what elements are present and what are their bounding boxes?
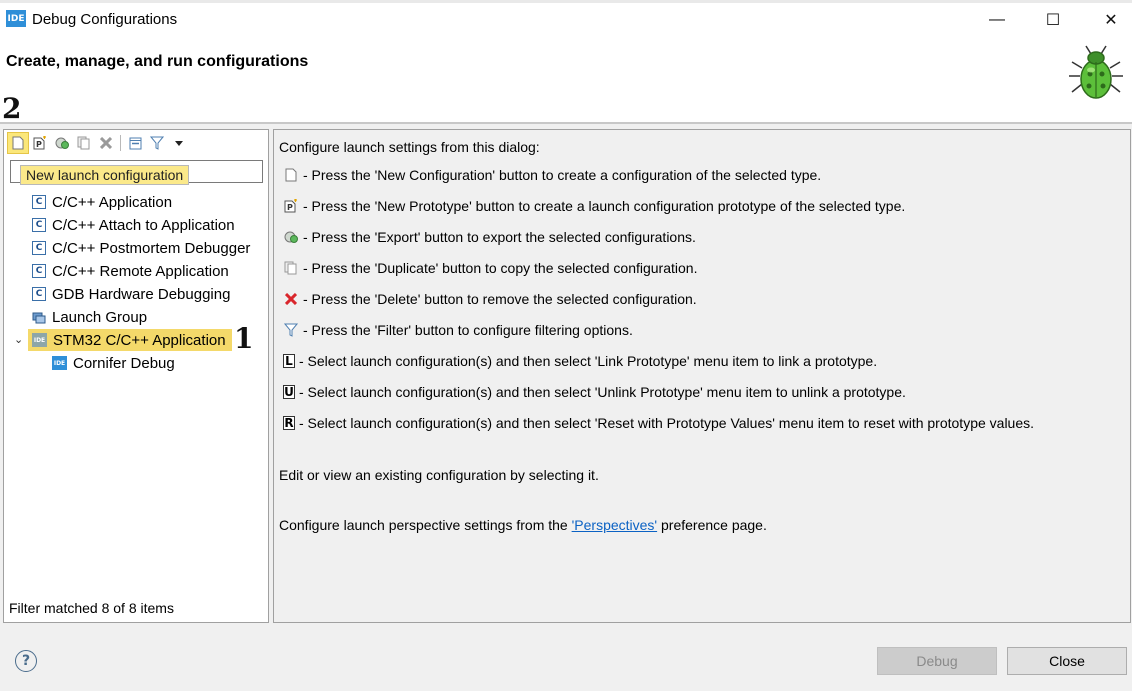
export-icon [55,137,69,149]
tree-item-label: Cornifer Debug [73,354,175,372]
c-config-icon: C [32,287,46,301]
instruction-text: - Press the 'Export' button to export th… [303,229,696,245]
new-configuration-button[interactable] [7,132,29,154]
tree-item-label: C/C++ Attach to Application [52,216,235,234]
tree-toolbar: P [4,130,268,156]
stm32-ide-icon: IDE [32,333,47,347]
filter-status: Filter matched 8 of 8 items [9,600,174,616]
instruction-text: - Press the 'New Prototype' button to cr… [303,198,906,214]
tree-item-label: STM32 C/C++ Application [53,331,226,349]
annotation-mark-2: 2 [2,92,22,125]
header-title: Create, manage, and run configurations [6,53,309,70]
new-prototype-icon: P [33,136,46,150]
close-window-button[interactable]: ✕ [1096,8,1126,32]
delete-icon [283,291,299,307]
tree-item-label: C/C++ Application [52,193,173,211]
instruction-text: - Select launch configuration(s) and the… [299,353,878,369]
title-bar: IDE Debug Configurations — ☐ ✕ [0,0,1132,40]
ide-app-icon: IDE [6,10,26,27]
filter-icon [150,136,164,150]
window-title: Debug Configurations [32,11,178,28]
toolbar-separator [120,135,121,151]
maximize-button[interactable]: ☐ [1038,8,1068,32]
c-config-icon: C [32,264,46,278]
export-icon [283,229,299,245]
header-separator [0,122,1132,124]
expand-chevron-icon[interactable]: ⌄ [14,333,23,346]
tree-item-gdb-hardware[interactable]: C GDB Hardware Debugging [32,283,230,305]
tree-item-cpp-remote[interactable]: C C/C++ Remote Application [32,260,229,282]
close-button[interactable]: Close [1007,647,1127,675]
filter-button[interactable] [146,132,168,154]
tree-item-label: C/C++ Remote Application [52,262,229,280]
intro-text: Configure launch settings from this dial… [279,139,540,155]
instruction-new-configuration: - Press the 'New Configuration' button t… [283,165,821,185]
perspective-text-after: preference page. [657,517,767,533]
svg-text:P: P [287,203,293,212]
tree-item-label: Launch Group [52,308,148,326]
background-strip [0,0,1132,3]
new-config-icon [283,167,299,183]
debug-button[interactable]: Debug [877,647,997,675]
duplicate-button[interactable] [73,132,95,154]
perspective-settings-text: Configure launch perspective settings fr… [279,517,767,533]
ide-config-icon: IDE [52,356,67,370]
tree-item-cpp-postmortem[interactable]: C C/C++ Postmortem Debugger [32,237,250,259]
launch-group-icon [32,310,46,324]
configuration-tree-panel: P New launch configuration C C/C++ Appli… [3,129,269,623]
c-config-icon: C [32,218,46,232]
instruction-text: - Select launch configuration(s) and the… [299,384,906,400]
tree-item-label: GDB Hardware Debugging [52,285,231,303]
instruction-text: - Press the 'Delete' button to remove th… [303,291,697,307]
chevron-down-icon [175,141,183,146]
tree-item-label: C/C++ Postmortem Debugger [52,239,251,257]
perspective-text-before: Configure launch perspective settings fr… [279,517,572,533]
tree-item-launch-group[interactable]: Launch Group [32,306,147,328]
reset-icon: R [283,416,295,430]
instruction-reset-prototype: R - Select launch configuration(s) and t… [283,413,1034,433]
svg-text:P: P [36,140,42,149]
instruction-delete: - Press the 'Delete' button to remove th… [283,289,697,309]
instruction-export: - Press the 'Export' button to export th… [283,227,696,247]
help-icon[interactable]: ? [15,650,37,672]
duplicate-icon [283,260,299,276]
edit-configuration-text: Edit or view an existing configuration b… [279,467,599,483]
tree-item-cpp-application[interactable]: C C/C++ Application [32,191,172,213]
view-menu-button[interactable] [168,132,190,154]
instruction-link-prototype: L - Select launch configuration(s) and t… [283,351,877,371]
tree-item-cornifer-debug[interactable]: IDE Cornifer Debug [52,352,175,374]
tooltip-new-launch-configuration: New launch configuration [20,165,190,185]
delete-button[interactable] [95,132,117,154]
tree-item-stm32-application[interactable]: IDE STM32 C/C++ Application [28,329,232,351]
filter-icon [283,322,299,338]
dialog-header: Create, manage, and run configurations [0,40,1132,122]
collapse-all-icon [129,137,141,149]
export-button[interactable] [51,132,73,154]
instruction-unlink-prototype: U - Select launch configuration(s) and t… [283,382,906,402]
new-file-icon [12,136,24,150]
link-icon: L [283,354,295,368]
minimize-button[interactable]: — [982,8,1012,32]
c-config-icon: C [32,195,46,209]
new-prototype-button[interactable]: P [29,132,51,154]
instruction-duplicate: - Press the 'Duplicate' button to copy t… [283,258,697,278]
tree-item-cpp-attach[interactable]: C C/C++ Attach to Application [32,214,235,236]
instruction-text: - Press the 'New Configuration' button t… [303,167,822,183]
instructions-panel: Configure launch settings from this dial… [273,129,1131,623]
delete-icon [100,137,112,149]
instruction-new-prototype: P - Press the 'New Prototype' button to … [283,196,905,216]
unlink-icon: U [283,385,295,399]
instruction-text: - Press the 'Filter' button to configure… [303,322,633,338]
annotation-mark-1: 1 [234,322,254,355]
instruction-text: - Select launch configuration(s) and the… [299,415,1035,431]
new-prototype-icon: P [283,198,299,214]
perspectives-link[interactable]: 'Perspectives' [572,517,658,533]
debug-bug-icon [1069,45,1123,99]
instruction-filter: - Press the 'Filter' button to configure… [283,320,633,340]
instruction-text: - Press the 'Duplicate' button to copy t… [303,260,698,276]
collapse-all-button[interactable] [124,132,146,154]
duplicate-icon [77,136,90,150]
c-config-icon: C [32,241,46,255]
